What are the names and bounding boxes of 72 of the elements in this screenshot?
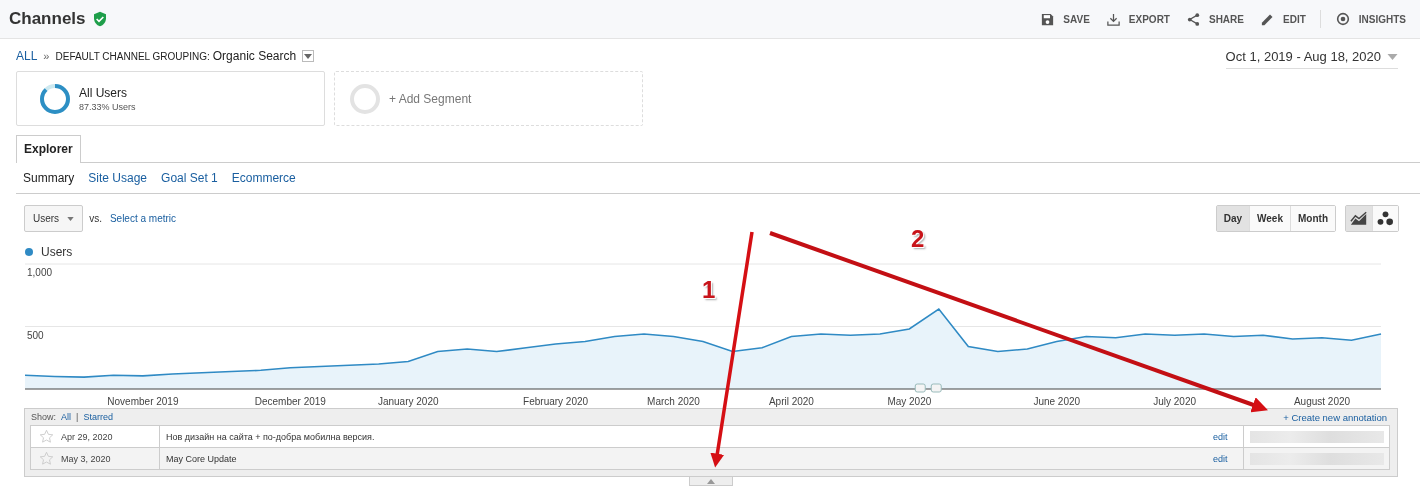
bubbles-icon — [1377, 211, 1394, 226]
annotation-marker-icon[interactable] — [930, 383, 942, 393]
show-label: Show: — [31, 412, 56, 422]
donut-icon — [39, 82, 71, 115]
axis-label: August 2020 — [1293, 396, 1351, 407]
axis-label: 1,000 — [27, 267, 53, 278]
collapse-handle[interactable] — [689, 477, 733, 486]
line-chart-button[interactable] — [1346, 206, 1372, 231]
breadcrumb-separator: » — [43, 50, 50, 62]
date-range-picker[interactable]: Oct 1, 2019 - Aug 18, 2020 — [1225, 49, 1398, 69]
motion-chart-button[interactable] — [1372, 206, 1398, 231]
filter-divider: | — [76, 412, 79, 422]
axis-label: April 2020 — [768, 396, 814, 407]
annotation-date: May 3, 2020 — [61, 453, 112, 464]
share-button[interactable]: SHARE — [1179, 7, 1250, 31]
edit-link[interactable]: edit — [1213, 431, 1243, 442]
axis-label: June 2020 — [1033, 396, 1081, 407]
caret-icon — [1387, 53, 1398, 60]
shield-check-icon — [91, 11, 108, 27]
report-tab[interactable]: Summary — [23, 171, 75, 185]
line-chart-icon — [1350, 211, 1368, 226]
axis-label: December 2019 — [254, 396, 326, 407]
breadcrumb-link[interactable]: ALL — [16, 49, 38, 63]
axis-label: November 2019 — [107, 396, 179, 407]
page-title: Channels — [9, 9, 86, 29]
share-icon — [1185, 11, 1201, 27]
legend-label: Users — [41, 245, 73, 259]
explorer-tab[interactable]: Explorer — [16, 135, 81, 163]
caret-icon — [304, 53, 313, 59]
segment-card[interactable]: All Users 87.33% Users — [16, 71, 325, 126]
select-metric-link[interactable]: Select a metric — [109, 213, 177, 224]
add-segment-card[interactable]: + Add Segment — [334, 71, 643, 126]
download-icon — [1105, 11, 1121, 27]
filter-link[interactable]: Starred — [83, 412, 113, 422]
star-icon[interactable] — [38, 429, 54, 444]
annotation-marker-icon[interactable] — [914, 383, 926, 393]
edit-link[interactable]: edit — [1213, 453, 1243, 464]
granularity-button[interactable]: Week — [1249, 206, 1290, 231]
axis-label: 500 — [27, 329, 44, 341]
report-tab[interactable]: Site Usage — [88, 171, 148, 185]
edit-button[interactable]: EDIT — [1254, 7, 1312, 31]
axis-label: March 2020 — [647, 396, 700, 407]
annotation-text: May Core Update — [159, 448, 1213, 469]
report-tab[interactable]: Goal Set 1 — [161, 171, 218, 185]
segment-name: All Users — [79, 85, 128, 100]
metric-dropdown[interactable]: Users — [24, 205, 84, 232]
callout-number: 1 — [702, 276, 716, 304]
axis-label: July 2020 — [1153, 396, 1197, 407]
vs-label: vs. — [89, 213, 102, 224]
dropdown-toggle[interactable] — [302, 50, 315, 62]
add-segment-label: + Add Segment — [389, 91, 472, 106]
filter-link[interactable]: All — [61, 412, 72, 422]
annotation-date: Apr 29, 2020 — [61, 431, 114, 442]
report-tab[interactable]: Ecommerce — [231, 171, 296, 185]
axis-label: January 2020 — [377, 396, 439, 407]
axis-label: February 2020 — [523, 396, 589, 407]
export-button[interactable]: EXPORT — [1099, 7, 1176, 31]
insights-button[interactable]: INSIGHTS — [1328, 7, 1412, 31]
granularity-button[interactable]: Day — [1216, 206, 1250, 231]
granularity-button[interactable]: Month — [1290, 206, 1335, 231]
star-icon[interactable] — [38, 451, 54, 466]
segment-detail: 87.33% Users — [79, 101, 136, 112]
caret-icon — [67, 216, 75, 221]
create-annotation-link[interactable]: + Create new annotation — [1283, 411, 1387, 423]
callout-number: 2 — [911, 225, 925, 253]
axis-label: May 2020 — [887, 396, 932, 407]
circle-icon — [349, 82, 381, 115]
grouping-value: Organic Search — [212, 49, 297, 63]
save-icon — [1040, 11, 1056, 27]
insights-icon — [1334, 11, 1351, 27]
save-button[interactable]: SAVE — [1034, 7, 1096, 31]
grouping-label: DEFAULT CHANNEL GROUPING: — [55, 50, 210, 62]
